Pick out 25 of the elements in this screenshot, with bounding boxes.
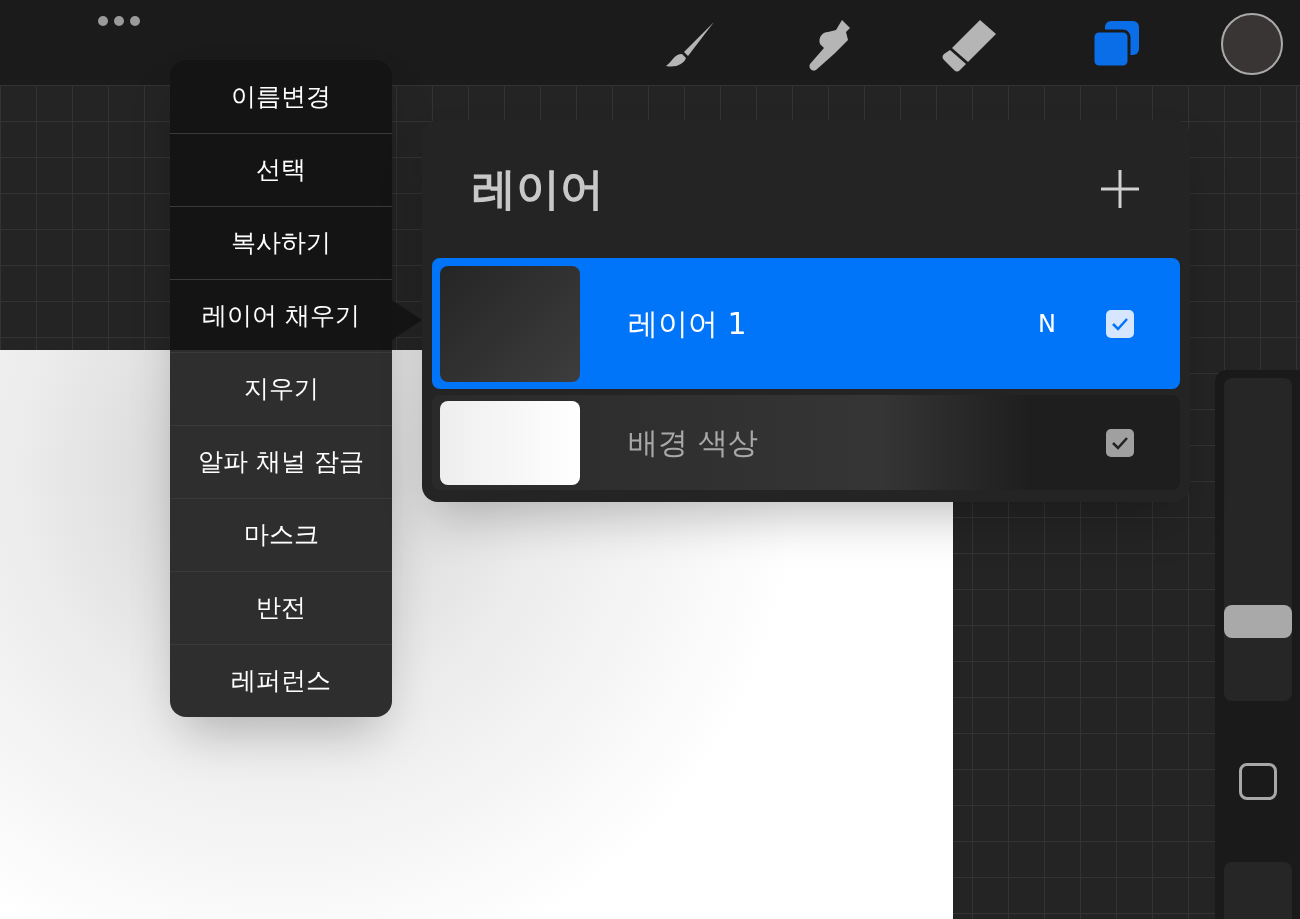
layers-icon bbox=[1091, 19, 1141, 69]
menu-item[interactable]: 복사하기 bbox=[170, 206, 392, 279]
menu-item[interactable]: 마스크 bbox=[170, 498, 392, 571]
modify-button[interactable] bbox=[1238, 763, 1277, 800]
check-icon bbox=[1111, 316, 1129, 331]
visibility-checkbox[interactable] bbox=[1106, 428, 1134, 457]
slider-thumb[interactable] bbox=[1223, 605, 1292, 639]
menu-item[interactable]: 이름변경 bbox=[170, 60, 392, 133]
add-icon[interactable] bbox=[1100, 169, 1140, 209]
panel-title: 레이어 bbox=[472, 162, 604, 216]
menu-item[interactable]: 지우기 bbox=[170, 352, 392, 425]
layer-row[interactable]: 레이어 1 N bbox=[432, 258, 1180, 389]
layer-name: 배경 색상 bbox=[628, 424, 759, 462]
blend-mode-button[interactable]: N bbox=[1038, 305, 1056, 342]
menu-item[interactable]: 레이어 채우기 bbox=[170, 279, 392, 352]
brush-size-slider[interactable] bbox=[1223, 378, 1292, 702]
layer-row[interactable]: 배경 색상 bbox=[432, 395, 1180, 490]
menu-item[interactable]: 반전 bbox=[170, 571, 392, 644]
visibility-checkbox[interactable] bbox=[1106, 309, 1134, 338]
menu-item[interactable]: 알파 채널 잠금 bbox=[170, 425, 392, 498]
menu-item[interactable]: 레퍼런스 bbox=[170, 644, 392, 717]
check-icon bbox=[1111, 435, 1129, 450]
more-icon[interactable] bbox=[96, 14, 142, 28]
layer-name: 레이어 1 bbox=[628, 305, 748, 343]
menu-item[interactable]: 선택 bbox=[170, 133, 392, 206]
